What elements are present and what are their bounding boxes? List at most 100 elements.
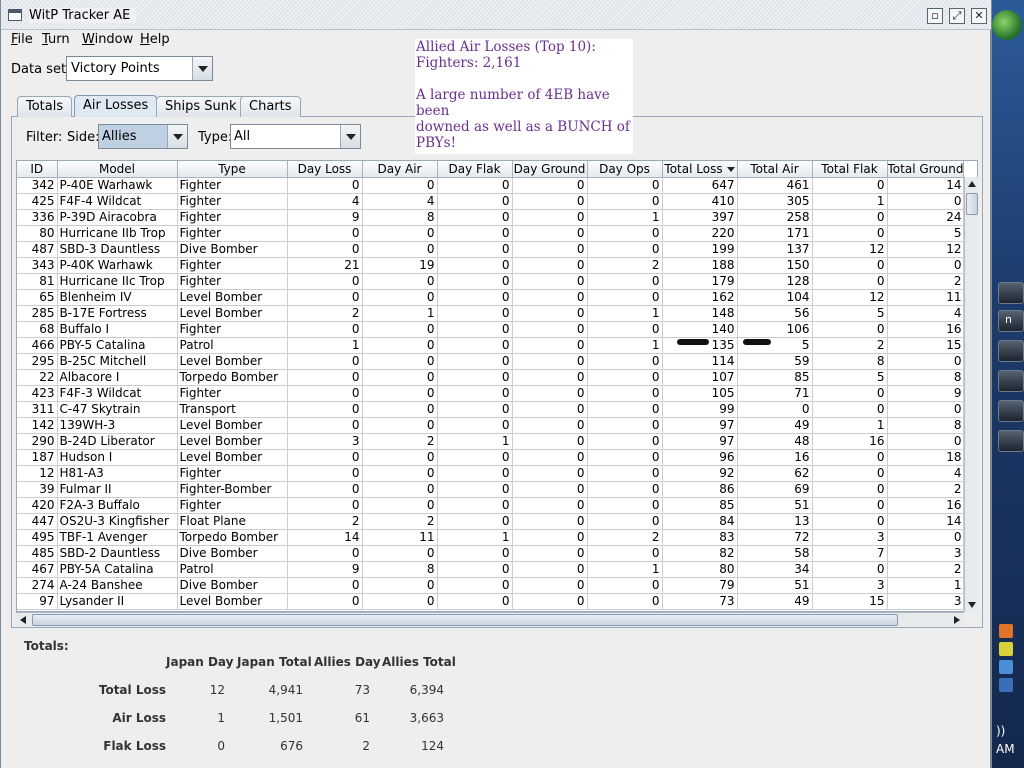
table-row[interactable]: 485 SBD-2 Dauntless Dive Bomber 0 0 0 0 0 82 58 7 3 (17, 545, 965, 562)
tab-ships-sunk[interactable]: Ships Sunk (156, 96, 246, 117)
tab-totals[interactable]: Totals (17, 96, 73, 117)
table-row[interactable]: 80 Hurricane IIb Trop Fighter 0 0 0 0 0 220 171 0 5 (17, 225, 965, 242)
type-dropdown[interactable]: All (230, 124, 361, 149)
column-header[interactable]: Total Loss (662, 161, 738, 178)
column-header[interactable]: Day Flak (437, 161, 513, 178)
menu-help[interactable]: Help (140, 32, 170, 47)
table-row[interactable]: 68 Buffalo I Fighter 0 0 0 0 0 140 106 0 16 (17, 321, 965, 338)
dataset-dropdown[interactable]: Victory Points (66, 56, 213, 81)
scroll-up-icon[interactable] (968, 181, 976, 187)
table-row[interactable]: 447 OS2U-3 Kingfisher Float Plane 2 2 0 0 0 84 13… (17, 513, 965, 530)
table-cell: 12 (812, 241, 888, 258)
scroll-right-icon[interactable] (954, 616, 960, 624)
table-row[interactable]: 336 P-39D Airacobra Fighter 9 8 0 0 1 397 258 0 24 (17, 209, 965, 226)
scroll-down-icon[interactable] (968, 602, 976, 608)
maximize-icon[interactable]: ⤢ (949, 8, 965, 24)
column-header[interactable]: Model (57, 161, 178, 178)
close-icon[interactable]: ✕ (971, 8, 987, 24)
table-row[interactable]: 22 Albacore I Torpedo Bomber 0 0 0 0 0 107 85 5 8 (17, 369, 965, 386)
table-row[interactable]: 423 F4F-3 Wildcat Fighter 0 0 0 0 0 105 71 0 9 (17, 385, 965, 402)
side-dropdown[interactable]: Allies (98, 124, 188, 149)
table-cell: 14 (287, 529, 363, 546)
column-header[interactable]: Type (177, 161, 288, 178)
tray-bluetooth-icon[interactable] (999, 678, 1013, 692)
table-row[interactable]: 342 P-40E Warhawk Fighter 0 0 0 0 0 647 461 0 14 (17, 177, 965, 194)
table-cell: 0 (512, 401, 588, 418)
table-cell: 0 (512, 273, 588, 290)
column-header[interactable]: Total Flak (812, 161, 888, 178)
table-row[interactable]: 142 139WH-3 Level Bomber 0 0 0 0 0 97 49 1 8 (17, 417, 965, 434)
column-header[interactable]: Day Loss (287, 161, 363, 178)
column-header[interactable]: ID (17, 161, 58, 178)
tray-swirl-icon[interactable] (999, 642, 1013, 656)
table-row[interactable]: 311 C-47 Skytrain Transport 0 0 0 0 0 99 0 0 0 (17, 401, 965, 418)
column-header[interactable]: Day Air (362, 161, 438, 178)
table-row[interactable]: 65 Blenheim IV Level Bomber 0 0 0 0 0 162 104 12 11 (17, 289, 965, 306)
taskbar-button-6[interactable] (998, 430, 1024, 452)
tray-clock[interactable]: AM (996, 742, 1015, 756)
chevron-down-icon[interactable] (167, 125, 187, 148)
column-header[interactable]: Day Ground (512, 161, 588, 178)
tab-air-losses[interactable]: Air Losses (74, 95, 158, 117)
taskbar-button-2[interactable]: n (998, 310, 1024, 332)
vertical-scroll-thumb[interactable] (966, 193, 978, 215)
table-cell: 8 (887, 369, 965, 386)
table-row[interactable]: 295 B-25C Mitchell Level Bomber 0 0 0 0 0 114 59 8… (17, 353, 965, 370)
table-cell: 0 (587, 593, 663, 610)
menu-window[interactable]: Window (82, 32, 133, 47)
desktop-globe-icon[interactable] (992, 10, 1022, 40)
table-cell: 15 (812, 593, 888, 610)
table-row[interactable]: 274 A-24 Banshee Dive Bomber 0 0 0 0 0 79 51 3 1 (17, 577, 965, 594)
table-row[interactable]: 290 B-24D Liberator Level Bomber 3 2 1 0 0 97 48 1… (17, 433, 965, 450)
title-bar[interactable]: WitP Tracker AE ▫ ⤢ ✕ (1, 0, 991, 30)
taskbar-button-5[interactable] (998, 400, 1024, 422)
tray-volume-icon[interactable]: )) (996, 724, 1005, 738)
table-cell: 0 (587, 321, 663, 338)
tray-network-icon[interactable] (999, 660, 1013, 674)
menu-file[interactable]: File (11, 32, 33, 47)
table-row[interactable]: 285 B-17E Fortress Level Bomber 2 1 0 0 1 148 56 5… (17, 305, 965, 322)
vertical-scrollbar[interactable] (964, 177, 978, 612)
chevron-down-icon[interactable] (340, 125, 360, 148)
scroll-left-icon[interactable] (20, 616, 26, 624)
taskbar-button-3[interactable] (998, 340, 1024, 362)
table-cell: SBD-2 Dauntless (57, 545, 178, 562)
table-row[interactable]: 343 P-40K Warhawk Fighter 21 19 0 0 2 188 150 0 0 (17, 257, 965, 274)
table-cell: 295 (17, 353, 58, 370)
horizontal-scrollbar[interactable] (16, 612, 964, 627)
taskbar-button-1[interactable] (998, 282, 1024, 304)
sort-descending-icon (726, 166, 735, 172)
table-cell: 2 (887, 561, 965, 578)
table-row[interactable]: 420 F2A-3 Buffalo Fighter 0 0 0 0 0 85 51 0 16 (17, 497, 965, 514)
table-row[interactable]: 97 Lysander II Level Bomber 0 0 0 0 0 73 49 15 3 (17, 593, 965, 610)
minimize-icon[interactable]: ▫ (927, 8, 943, 24)
table-cell: 16 (887, 497, 965, 514)
table-row[interactable]: 467 PBY-5A Catalina Patrol 9 8 0 0 1 80 34 0 2 (17, 561, 965, 578)
table-cell: 11 (362, 529, 438, 546)
table-row[interactable]: 495 TBF-1 Avenger Torpedo Bomber 14 11 1 0 2 83 7… (17, 529, 965, 546)
table-row[interactable]: 466 PBY-5 Catalina Patrol 1 0 0 0 1 135 5 2 15 (17, 337, 965, 354)
table-row[interactable]: 39 Fulmar II Fighter-Bomber 0 0 0 0 0 86 69 0 2 (17, 481, 965, 498)
table-row[interactable]: 187 Hudson I Level Bomber 0 0 0 0 0 96 16 0 18 (17, 449, 965, 466)
table-row[interactable]: 425 F4F-4 Wildcat Fighter 4 4 0 0 0 410 305 1 0 (17, 193, 965, 210)
column-header[interactable]: Total Ground (887, 161, 965, 178)
table-cell: 0 (362, 577, 438, 594)
table-cell: 2 (887, 273, 965, 290)
table-cell: 0 (512, 449, 588, 466)
tab-charts[interactable]: Charts (240, 96, 301, 117)
table-row[interactable]: 487 SBD-3 Dauntless Dive Bomber 0 0 0 0 0 199 137… (17, 241, 965, 258)
table-row[interactable]: 81 Hurricane IIc Trop Fighter 0 0 0 0 0 179 128 0 2 (17, 273, 965, 290)
table-cell: 0 (512, 465, 588, 482)
horizontal-scroll-thumb[interactable] (32, 614, 898, 626)
menu-turn[interactable]: Turn (42, 32, 70, 47)
table-cell: 0 (362, 385, 438, 402)
table-cell: 5 (812, 369, 888, 386)
taskbar-button-4[interactable] (998, 370, 1024, 392)
column-header[interactable]: Total Air (737, 161, 813, 178)
column-header[interactable]: Day Ops (587, 161, 663, 178)
table-cell: 1 (587, 209, 663, 226)
chevron-down-icon[interactable] (192, 57, 212, 80)
tray-orange-icon[interactable] (999, 624, 1013, 638)
table-cell: 0 (587, 401, 663, 418)
table-row[interactable]: 12 H81-A3 Fighter 0 0 0 0 0 92 62 0 4 (17, 465, 965, 482)
